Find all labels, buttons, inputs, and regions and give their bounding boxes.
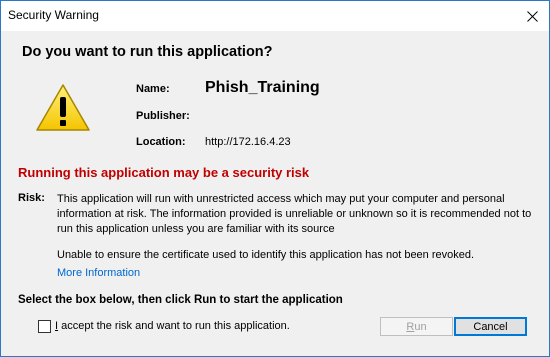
security-warning-dialog: Security Warning Do you want to run this… — [0, 0, 550, 357]
accept-risk-checkbox[interactable] — [38, 320, 51, 333]
run-button[interactable]: Run — [380, 317, 453, 336]
warning-triangle-icon — [36, 84, 90, 131]
dialog-content: Do you want to run this application? Nam… — [1, 31, 549, 356]
location-label: Location: — [136, 136, 186, 148]
risk-label: Risk: — [18, 192, 45, 204]
publisher-label: Publisher: — [136, 110, 190, 122]
accept-risk-text: accept the risk and want to run this app… — [58, 320, 290, 332]
name-label: Name: — [136, 83, 170, 95]
close-icon — [526, 10, 538, 22]
dialog-question: Do you want to run this application? — [22, 44, 273, 60]
accept-risk-label[interactable]: I accept the risk and want to run this a… — [55, 320, 290, 332]
certificate-warning: Unable to ensure the certificate used to… — [57, 249, 475, 261]
more-information-link[interactable]: More Information — [57, 267, 140, 279]
application-location: http://172.16.4.23 — [205, 136, 291, 148]
close-button[interactable] — [515, 1, 549, 31]
cancel-button[interactable]: Cancel — [454, 317, 527, 336]
risk-heading: Running this application may be a securi… — [18, 165, 310, 180]
application-name: Phish_Training — [205, 79, 320, 96]
title-bar: Security Warning — [1, 1, 549, 31]
window-title: Security Warning — [8, 8, 99, 22]
instruction-text: Select the box below, then click Run to … — [18, 294, 343, 306]
run-label: un — [414, 320, 427, 333]
run-mnemonic: R — [406, 320, 415, 333]
risk-description: This application will run with unrestric… — [57, 193, 532, 235]
